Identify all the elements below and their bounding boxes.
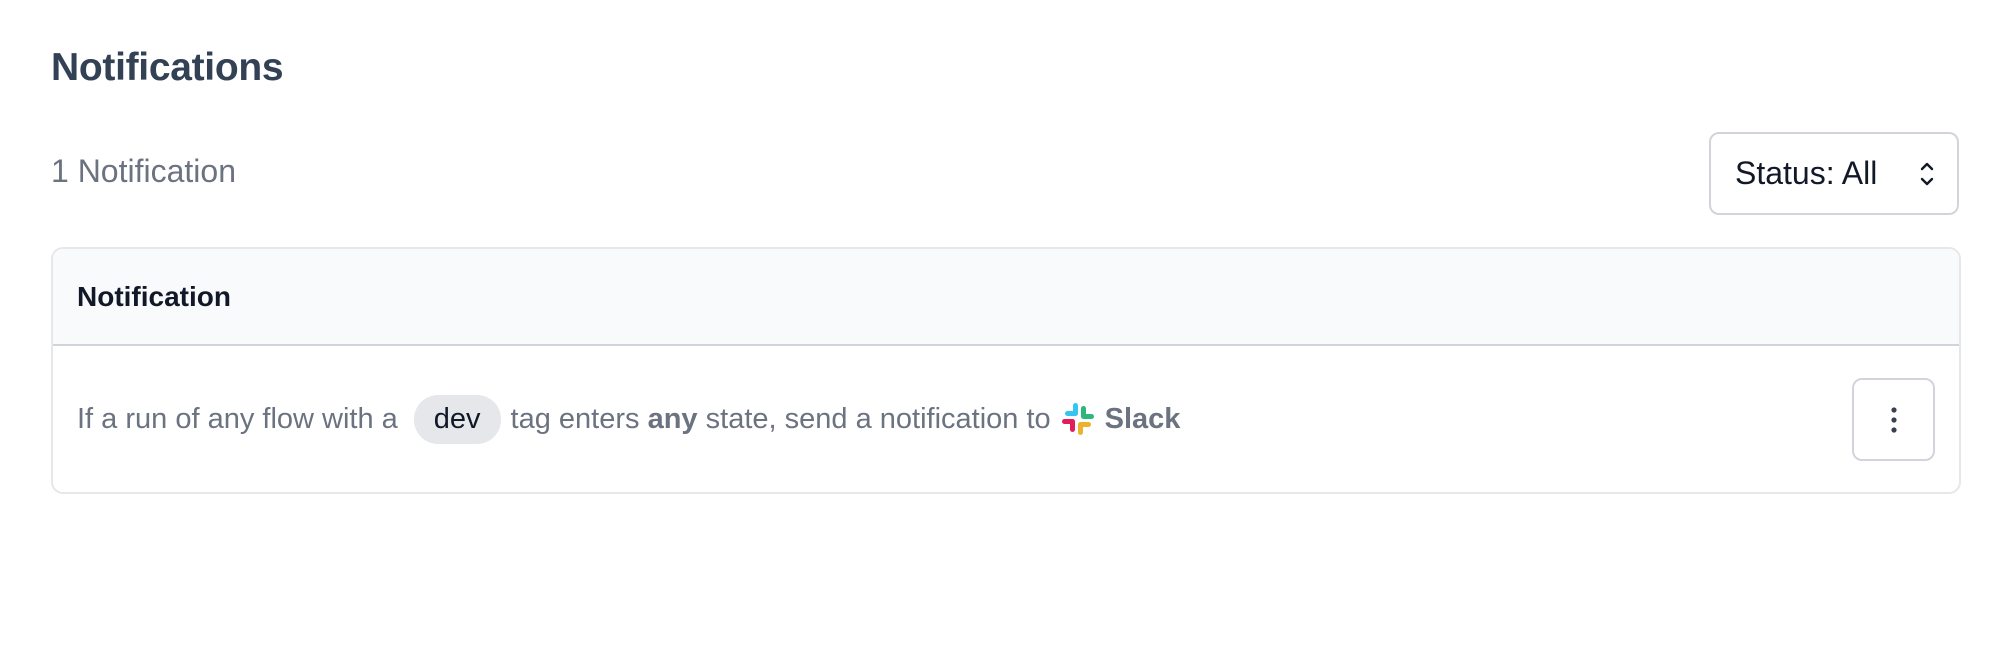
slack-logo-icon xyxy=(1061,403,1094,435)
row-text-after-state: state, send a notification to xyxy=(705,402,1051,435)
page-title: Notifications xyxy=(51,46,284,89)
status-filter-select[interactable]: Status: All xyxy=(1709,132,1959,215)
chevron-up-down-icon xyxy=(1920,162,1934,186)
row-state: any xyxy=(647,402,698,435)
row-text-after-tag: tag enters xyxy=(510,402,640,435)
table-header: Notification xyxy=(53,249,1959,346)
tag-chip: dev xyxy=(413,394,501,444)
notification-count: 1 Notification xyxy=(51,153,236,189)
column-header-notification: Notification xyxy=(77,280,231,312)
row-menu-button[interactable] xyxy=(1852,378,1935,461)
row-text-before-tag: If a run of any flow with a xyxy=(77,402,398,435)
notifications-page: Notifications 1 Notification Status: All… xyxy=(0,0,2004,658)
table-row: If a run of any flow with a dev tag ente… xyxy=(53,346,1959,492)
kebab-menu-icon xyxy=(1890,406,1897,433)
channel-name: Slack xyxy=(1104,402,1181,435)
notifications-table: Notification If a run of any flow with a… xyxy=(51,247,1961,494)
status-filter-label: Status: All xyxy=(1735,155,1878,191)
